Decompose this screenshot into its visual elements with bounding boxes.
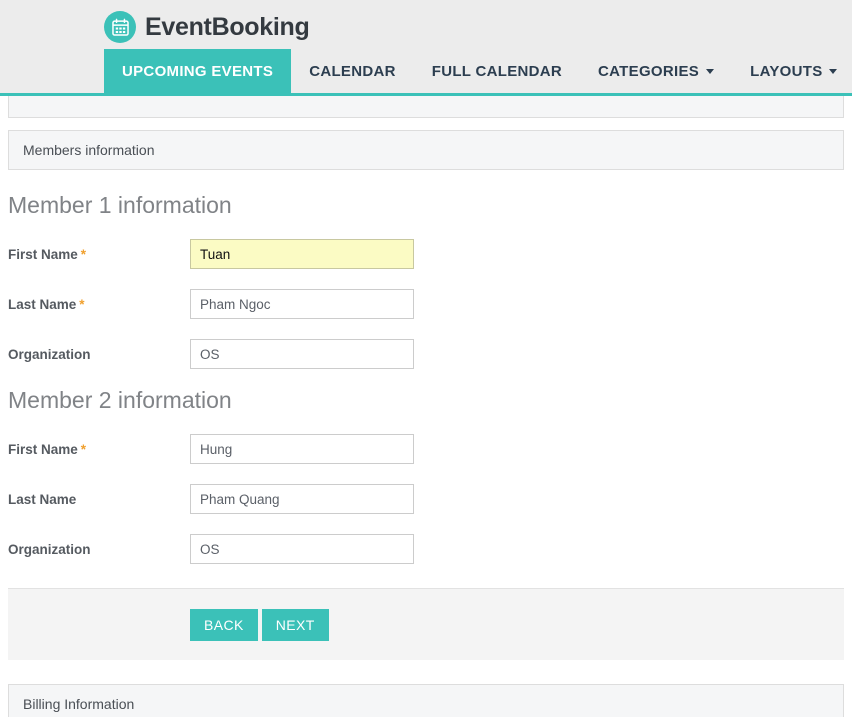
member-1-last-name-label: Last Name * — [8, 297, 190, 312]
label-text: First Name — [8, 246, 78, 262]
members-form-footer: BACK NEXT — [8, 588, 844, 660]
required-asterisk: * — [79, 296, 85, 312]
member-2-section-title: Member 2 information — [8, 387, 232, 413]
member-2-first-name-label: First Name * — [8, 442, 190, 457]
nav-item-calendar[interactable]: CALENDAR — [291, 49, 414, 93]
nav-item-label: LAYOUTS — [750, 62, 823, 80]
label-text: Organization — [8, 541, 91, 557]
nav-item-categories[interactable]: CATEGORIES — [580, 49, 732, 93]
member-2-first-name-row: First Name * — [8, 424, 844, 474]
nav-item-label: FULL CALENDAR — [431, 62, 563, 80]
nav-item-upcoming-events[interactable]: UPCOMING EVENTS — [104, 49, 292, 93]
member-1-last-name-row: Last Name * — [8, 279, 844, 329]
member-2-section: Member 2 information First Name* Last Na… — [8, 387, 844, 574]
page-content: Members information Member 1 information… — [0, 96, 852, 717]
members-panel-body: Member 1 information First Name* Last Na… — [8, 170, 844, 660]
member-1-organization-label: Organization — [8, 347, 190, 362]
label-text: Last Name — [8, 491, 77, 507]
brand-logo-link[interactable]: EventBooking — [104, 6, 310, 48]
label-text: First Name — [8, 441, 78, 457]
nav-item-label: CALENDAR — [309, 62, 396, 80]
member-1-last-name-input[interactable] — [190, 289, 414, 319]
member-1-organization-row: Organization — [8, 329, 844, 379]
panel-gap — [8, 118, 844, 130]
chevron-down-icon — [828, 68, 837, 74]
member-2-organization-row: Organization — [8, 524, 844, 574]
member-1-section: Member 1 information First Name* Last Na… — [8, 192, 844, 379]
nav-item-layouts[interactable]: LAYOUTS — [732, 49, 852, 93]
member-1-first-name-label: First Name * — [8, 247, 190, 262]
member-1-first-name-input[interactable] — [190, 239, 414, 269]
nav-item-full-calendar[interactable]: FULL CALENDAR — [414, 49, 580, 93]
panel-above-truncated — [8, 96, 844, 118]
member-2-first-name-input[interactable] — [190, 434, 414, 464]
billing-information-panel: Billing Information — [8, 684, 844, 717]
required-asterisk: * — [80, 246, 87, 262]
nav-item-label: CATEGORIES — [598, 62, 700, 80]
member-1-section-title: Member 1 information — [8, 192, 232, 218]
label-text: Organization — [8, 346, 91, 362]
member-2-last-name-row: Last Name — [8, 474, 844, 524]
next-button[interactable]: NEXT — [261, 608, 329, 641]
member-2-last-name-label: Last Name — [8, 492, 190, 507]
member-1-first-name-row: First Name * — [8, 229, 844, 279]
calendar-icon — [104, 11, 136, 43]
back-button[interactable]: BACK — [190, 608, 258, 641]
member-2-organization-input[interactable] — [190, 534, 414, 564]
brand-name: EventBooking — [145, 12, 310, 41]
nav-item-label: UPCOMING EVENTS — [122, 62, 274, 80]
required-asterisk: * — [80, 441, 87, 457]
panel-gap-bottom — [8, 660, 844, 684]
label-text: Last Name — [8, 296, 77, 312]
billing-panel-title: Billing Information — [8, 684, 844, 717]
member-2-organization-label: Organization — [8, 542, 190, 557]
main-navigation: UPCOMING EVENTS CALENDAR FULL CALENDAR C… — [104, 49, 852, 93]
site-header: EventBooking UPCOMING EVENTS CALENDAR FU… — [0, 0, 852, 96]
members-panel-title: Members information — [8, 130, 844, 170]
chevron-down-icon — [706, 68, 715, 74]
member-2-last-name-input[interactable] — [190, 484, 414, 514]
members-information-panel: Members information Member 1 information… — [8, 130, 844, 660]
member-1-organization-input[interactable] — [190, 339, 414, 369]
